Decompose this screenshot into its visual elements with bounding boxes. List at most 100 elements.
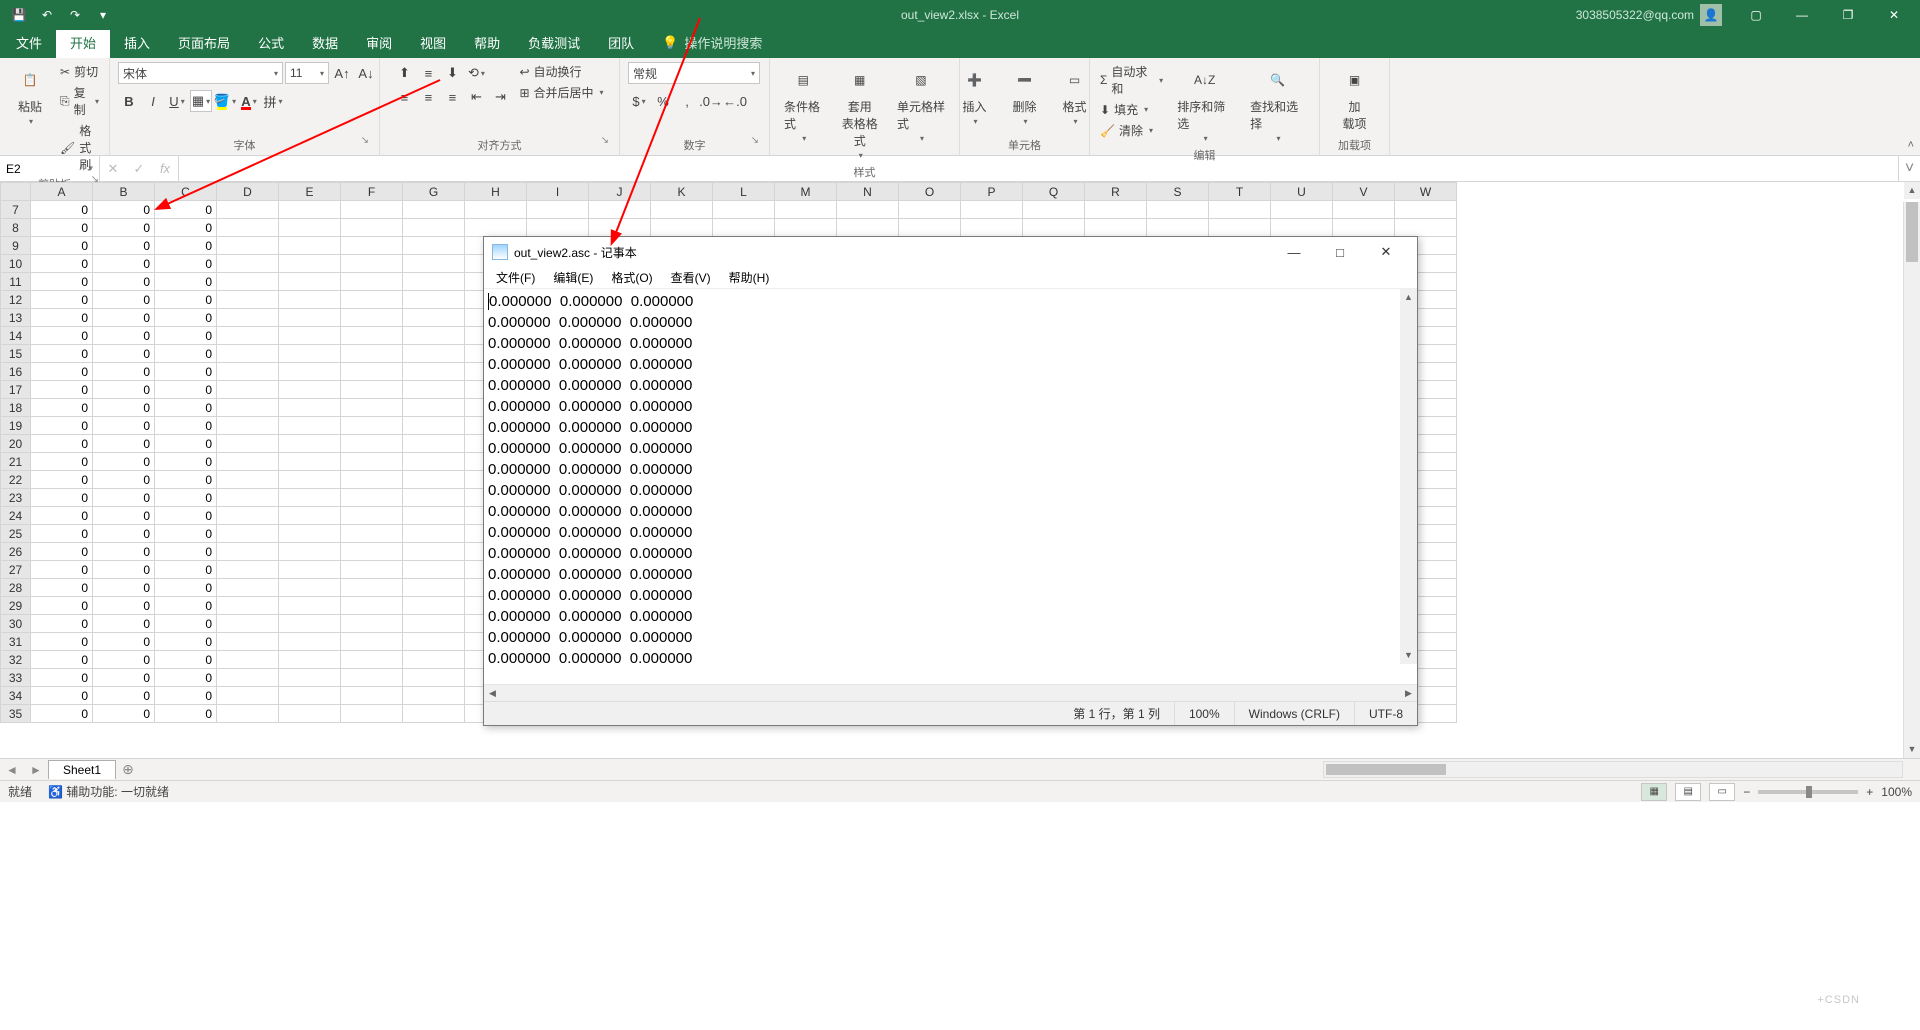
cell-A28[interactable]: 0	[31, 579, 93, 597]
cell-D17[interactable]	[217, 381, 279, 399]
insert-cells-button[interactable]: ➕插入▾	[953, 62, 997, 128]
redo-button[interactable]: ↷	[62, 2, 88, 28]
cell-B12[interactable]: 0	[93, 291, 155, 309]
cell-A32[interactable]: 0	[31, 651, 93, 669]
cell-D29[interactable]	[217, 597, 279, 615]
cell-A27[interactable]: 0	[31, 561, 93, 579]
zoom-out-button[interactable]: −	[1743, 785, 1750, 799]
cell-C21[interactable]: 0	[155, 453, 217, 471]
cell-E29[interactable]	[279, 597, 341, 615]
sheet-nav-next[interactable]: ►	[24, 763, 48, 777]
cell-D12[interactable]	[217, 291, 279, 309]
orientation-button[interactable]: ⟲▾	[465, 62, 487, 84]
status-accessibility[interactable]: ♿ 辅助功能: 一切就绪	[48, 783, 169, 800]
cell-B21[interactable]: 0	[93, 453, 155, 471]
cell-F24[interactable]	[341, 507, 403, 525]
cell-G11[interactable]	[403, 273, 465, 291]
cell-J7[interactable]	[589, 201, 651, 219]
cell-F26[interactable]	[341, 543, 403, 561]
cell-A18[interactable]: 0	[31, 399, 93, 417]
row-header-16[interactable]: 16	[1, 363, 31, 381]
column-header-Q[interactable]: Q	[1023, 183, 1085, 201]
cell-C26[interactable]: 0	[155, 543, 217, 561]
cell-E16[interactable]	[279, 363, 341, 381]
cell-I8[interactable]	[527, 219, 589, 237]
cell-T8[interactable]	[1209, 219, 1271, 237]
account-area[interactable]: 3038505322@qq.com 👤	[1576, 4, 1722, 26]
delete-cells-button[interactable]: ➖删除▾	[1003, 62, 1047, 128]
tab-page-layout[interactable]: 页面布局	[164, 27, 244, 58]
row-header-30[interactable]: 30	[1, 615, 31, 633]
cell-G17[interactable]	[403, 381, 465, 399]
scroll-up-icon[interactable]: ▲	[1904, 182, 1920, 199]
cell-A34[interactable]: 0	[31, 687, 93, 705]
cell-H8[interactable]	[465, 219, 527, 237]
row-header-20[interactable]: 20	[1, 435, 31, 453]
underline-button[interactable]: U▾	[166, 90, 188, 112]
cell-G30[interactable]	[403, 615, 465, 633]
cell-C17[interactable]: 0	[155, 381, 217, 399]
fill-color-button[interactable]: 🪣▾	[214, 90, 236, 112]
cell-E12[interactable]	[279, 291, 341, 309]
cell-B15[interactable]: 0	[93, 345, 155, 363]
addins-button[interactable]: ▣加 载项	[1333, 62, 1377, 134]
cell-E13[interactable]	[279, 309, 341, 327]
cell-G32[interactable]	[403, 651, 465, 669]
notepad-titlebar[interactable]: out_view2.asc - 记事本 ― □ ✕	[484, 237, 1417, 267]
column-header-F[interactable]: F	[341, 183, 403, 201]
cell-B33[interactable]: 0	[93, 669, 155, 687]
cell-G16[interactable]	[403, 363, 465, 381]
cell-D20[interactable]	[217, 435, 279, 453]
align-center-button[interactable]: ≡	[417, 86, 439, 108]
fill-button[interactable]: ⬇填充▾	[1098, 100, 1165, 119]
cell-B31[interactable]: 0	[93, 633, 155, 651]
enter-formula-button[interactable]: ✓	[126, 161, 152, 177]
find-select-button[interactable]: 🔍查找和选择▾	[1244, 62, 1311, 145]
paste-button[interactable]: 📋 粘贴▾	[8, 62, 52, 128]
page-break-view-button[interactable]: ▭	[1709, 783, 1735, 801]
cell-G24[interactable]	[403, 507, 465, 525]
cell-A12[interactable]: 0	[31, 291, 93, 309]
cell-C23[interactable]: 0	[155, 489, 217, 507]
cell-B34[interactable]: 0	[93, 687, 155, 705]
normal-view-button[interactable]: ▦	[1641, 783, 1667, 801]
column-header-D[interactable]: D	[217, 183, 279, 201]
cell-B27[interactable]: 0	[93, 561, 155, 579]
cell-G34[interactable]	[403, 687, 465, 705]
merge-center-button[interactable]: ⊞合并后居中▾	[517, 83, 605, 102]
cell-R7[interactable]	[1085, 201, 1147, 219]
row-header-31[interactable]: 31	[1, 633, 31, 651]
notepad-close-button[interactable]: ✕	[1363, 238, 1409, 266]
cell-F35[interactable]	[341, 705, 403, 723]
notepad-menu-edit[interactable]: 编辑(E)	[545, 267, 601, 288]
cell-F12[interactable]	[341, 291, 403, 309]
cell-D24[interactable]	[217, 507, 279, 525]
cell-A8[interactable]: 0	[31, 219, 93, 237]
close-button[interactable]: ✕	[1872, 0, 1916, 30]
cell-G35[interactable]	[403, 705, 465, 723]
tab-loadtest[interactable]: 负载测试	[514, 27, 594, 58]
cell-A33[interactable]: 0	[31, 669, 93, 687]
cell-E33[interactable]	[279, 669, 341, 687]
cell-F22[interactable]	[341, 471, 403, 489]
autosave-icon[interactable]: 💾	[6, 2, 32, 28]
cell-F23[interactable]	[341, 489, 403, 507]
cell-D16[interactable]	[217, 363, 279, 381]
cell-C11[interactable]: 0	[155, 273, 217, 291]
cell-D19[interactable]	[217, 417, 279, 435]
cell-B29[interactable]: 0	[93, 597, 155, 615]
cell-A31[interactable]: 0	[31, 633, 93, 651]
cell-K8[interactable]	[651, 219, 713, 237]
cell-G26[interactable]	[403, 543, 465, 561]
column-header-L[interactable]: L	[713, 183, 775, 201]
row-header-29[interactable]: 29	[1, 597, 31, 615]
cell-styles-button[interactable]: ▧单元格样式▾	[891, 62, 951, 145]
cell-C7[interactable]: 0	[155, 201, 217, 219]
vertical-scrollbar[interactable]: ▲ ▼	[1903, 202, 1920, 758]
italic-button[interactable]: I	[142, 90, 164, 112]
tell-me-search[interactable]: 💡 操作说明搜索	[648, 27, 776, 58]
decrease-decimal-button[interactable]: ←.0	[724, 90, 746, 112]
cell-E27[interactable]	[279, 561, 341, 579]
formula-input[interactable]	[179, 156, 1898, 181]
cell-D18[interactable]	[217, 399, 279, 417]
